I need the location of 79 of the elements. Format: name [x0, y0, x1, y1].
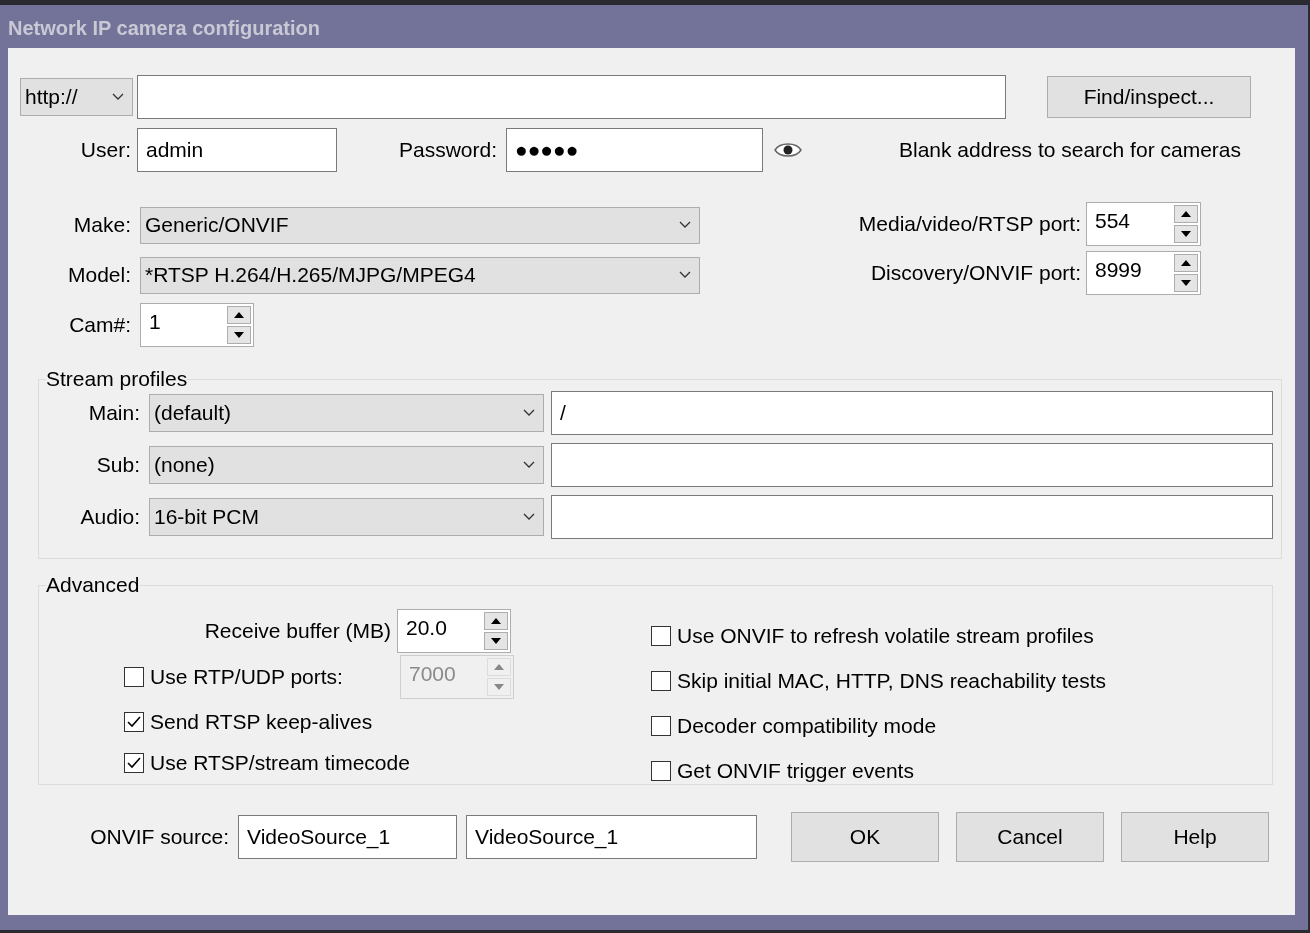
chevron-icon [679, 271, 691, 279]
profile-label: Audio: [79, 505, 140, 529]
up-arrow-icon [1181, 211, 1191, 217]
address-field[interactable] [137, 75, 1006, 119]
checkbox[interactable] [124, 752, 144, 773]
spin-down-button[interactable] [227, 326, 251, 344]
spin-down-button[interactable] [1174, 225, 1198, 243]
dropdown[interactable]: http:// [20, 78, 133, 116]
spin-up-button[interactable] [227, 306, 251, 324]
path-field[interactable]: / [551, 391, 1273, 435]
checkbox[interactable] [124, 667, 144, 687]
find-button[interactable]: Find/inspect... [1047, 76, 1251, 118]
checkbox-label: Get ONVIF trigger events [677, 758, 914, 783]
down-arrow-icon [493, 684, 504, 690]
spin-up-button[interactable] [1174, 254, 1198, 272]
dropdown[interactable]: (default) [149, 394, 544, 432]
spin-up-button[interactable] [484, 612, 508, 630]
window-title: Network IP camera configuration [7, 16, 321, 41]
chevron-icon [523, 409, 535, 417]
eye-icon[interactable] [774, 140, 802, 160]
password-field[interactable]: ●●●●● [506, 128, 763, 172]
field-label: ONVIF source: [89, 825, 229, 849]
path-field[interactable] [551, 443, 1273, 487]
up-arrow-icon [234, 312, 244, 318]
field-label: Cam#: [68, 313, 131, 337]
checkbox-label: Use RTSP/stream timecode [150, 750, 410, 775]
checkbox[interactable] [651, 670, 671, 691]
dropdown[interactable]: 16-bit PCM [149, 498, 544, 536]
check-icon [127, 715, 141, 728]
path-field[interactable] [551, 495, 1273, 539]
group-title: Stream profiles [46, 367, 188, 391]
field-label: Make: [72, 213, 131, 237]
hint-text: Blank address to search for cameras [899, 138, 1241, 162]
down-arrow-icon [234, 332, 244, 338]
checkbox-label: Use RTP/UDP ports: [150, 665, 343, 689]
dropdown[interactable]: Generic/ONVIF [140, 206, 700, 244]
spin-field[interactable]: 1 [140, 303, 254, 347]
check-icon [127, 756, 141, 769]
user-label: User: [79, 138, 131, 162]
dropdown[interactable]: (none) [149, 446, 544, 484]
spin-up-button[interactable] [1174, 205, 1198, 223]
chevron-icon [679, 221, 691, 229]
spin-down-button[interactable] [484, 632, 508, 650]
dialog-button[interactable]: Help [1121, 812, 1269, 862]
checkbox-label: Decoder compatibility mode [677, 713, 937, 738]
up-arrow-icon [493, 664, 504, 670]
field-label: Receive buffer (MB) [203, 619, 391, 643]
dropdown[interactable]: *RTSP H.264/H.265/MJPG/MPEG4 [140, 256, 700, 294]
source-field[interactable]: VideoSource_1 [238, 815, 457, 859]
checkbox-label: Use ONVIF to refresh volatile stream profiles [677, 623, 1094, 648]
checkbox[interactable] [651, 625, 671, 646]
profile-label: Sub: [95, 453, 140, 477]
user-field[interactable]: admin [137, 128, 337, 172]
password-label: Password: [397, 138, 497, 162]
spin-field[interactable]: 8999 [1086, 251, 1201, 295]
down-arrow-icon [1181, 280, 1191, 286]
chevron-icon [523, 461, 535, 469]
dialog-button[interactable]: OK [791, 812, 939, 862]
group-title: Advanced [46, 573, 140, 597]
spin-field[interactable]: 554 [1086, 202, 1201, 246]
spin-field[interactable]: 20.0 [397, 609, 511, 653]
checkbox[interactable] [651, 715, 671, 736]
down-arrow-icon [1181, 231, 1191, 237]
checkbox[interactable] [651, 760, 671, 781]
port-label: Media/video/RTSP port: [857, 212, 1081, 236]
spin-down-button[interactable] [1174, 274, 1198, 292]
profile-label: Main: [87, 401, 140, 425]
down-arrow-icon [491, 638, 501, 644]
up-arrow-icon [1181, 260, 1191, 266]
checkbox-label: Skip initial MAC, HTTP, DNS reachability tests [677, 668, 1107, 693]
source-field[interactable]: VideoSource_1 [466, 815, 757, 859]
up-arrow-icon [491, 618, 501, 624]
dialog-button[interactable]: Cancel [956, 812, 1104, 862]
port-label: Discovery/ONVIF port: [869, 261, 1081, 285]
checkbox[interactable] [124, 711, 144, 732]
field-label: Model: [66, 263, 131, 287]
checkbox-label: Send RTSP keep-alives [150, 709, 373, 734]
chevron-icon [523, 513, 535, 521]
chevron-icon [112, 93, 124, 101]
